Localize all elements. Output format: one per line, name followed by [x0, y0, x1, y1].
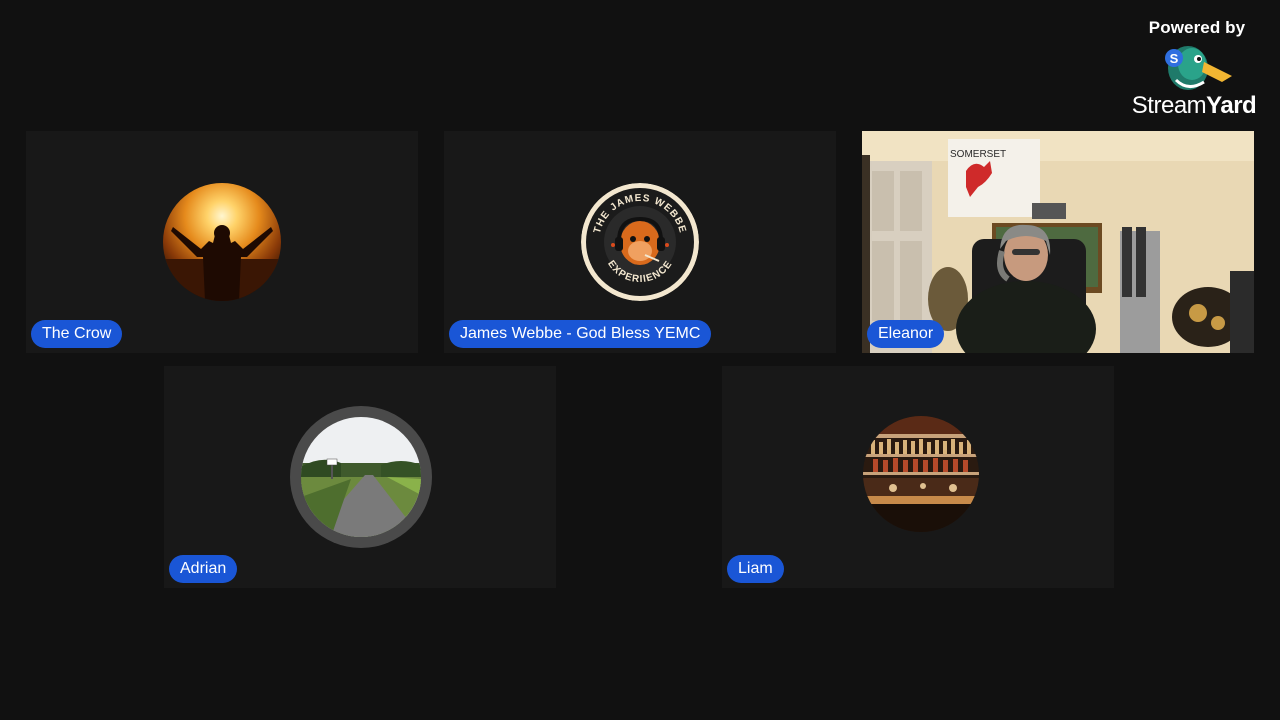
- streamyard-branding: Powered by S StreamYard: [1124, 18, 1264, 130]
- participant-tile-eleanor[interactable]: SOMERSET Eleanor: [862, 131, 1254, 353]
- participant-name-tag: Eleanor: [867, 320, 945, 348]
- streamyard-duck-icon: S: [1165, 46, 1232, 90]
- participant-name-tag: Liam: [727, 555, 784, 583]
- participant-name-tag: Adrian: [169, 555, 238, 583]
- participant-tile-the-crow[interactable]: The Crow: [26, 131, 418, 353]
- country-road-avatar: [290, 406, 432, 548]
- the-james-webbe-experience-logo: THE JAMES WEBBE EXPERIIENCE: [581, 183, 699, 301]
- bar-shelves-avatar: [863, 416, 979, 532]
- sunset-silhouette-avatar: [163, 183, 281, 301]
- streamyard-wordmark: StreamYard: [1131, 92, 1257, 119]
- powered-by-label: Powered by: [1148, 18, 1246, 37]
- broadcast-stage: Powered by S StreamYard The Crow THE JAM…: [0, 0, 1280, 720]
- participant-name-tag: The Crow: [31, 320, 123, 348]
- participant-tile-liam[interactable]: Liam: [722, 366, 1114, 588]
- svg-text:S: S: [1170, 51, 1179, 66]
- participant-name-tag: James Webbe - God Bless YEMC: [449, 320, 712, 348]
- participant-tile-adrian[interactable]: Adrian: [164, 366, 556, 588]
- participant-tile-james-webbe[interactable]: THE JAMES WEBBE EXPERIIENCE James Webbe …: [444, 131, 836, 353]
- somerset-sign: SOMERSET: [950, 149, 1006, 160]
